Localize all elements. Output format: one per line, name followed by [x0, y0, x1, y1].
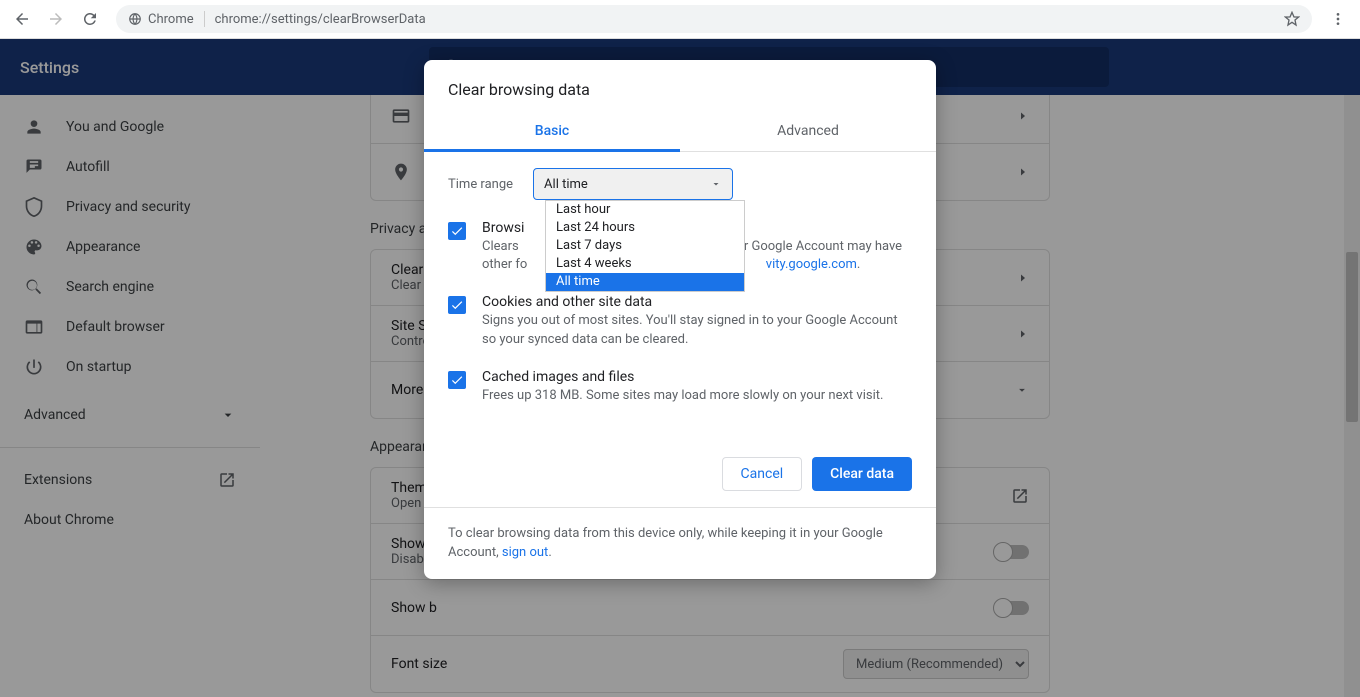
clear-browsing-data-dialog: Clear browsing data Basic Advanced Time … [424, 60, 936, 579]
dropdown-arrow-icon [710, 178, 722, 190]
sign-out-link[interactable]: sign out [502, 545, 548, 560]
dropdown-option-last-hour[interactable]: Last hour [546, 201, 744, 219]
cookies-desc: Signs you out of most sites. You'll stay… [482, 312, 912, 348]
browsing-history-checkbox[interactable] [448, 222, 466, 240]
clear-data-button[interactable]: Clear data [812, 457, 912, 491]
time-range-label: Time range [448, 177, 513, 192]
back-button[interactable] [8, 5, 36, 33]
forward-button[interactable] [42, 5, 70, 33]
dialog-tabs: Basic Advanced [424, 111, 936, 152]
tab-advanced[interactable]: Advanced [680, 111, 936, 151]
dropdown-option-last-24-hours[interactable]: Last 24 hours [546, 219, 744, 237]
address-bar[interactable]: Chrome chrome://settings/clearBrowserDat… [116, 5, 1312, 33]
url-text: chrome://settings/clearBrowserData [215, 12, 426, 27]
cookies-title: Cookies and other site data [482, 294, 912, 310]
secure-label: Chrome [148, 12, 194, 27]
cookies-check: Cookies and other site data Signs you ou… [448, 294, 912, 348]
myactivity-link[interactable]: vity.google.com [766, 257, 857, 272]
dropdown-option-last-4-weeks[interactable]: Last 4 weeks [546, 255, 744, 273]
cached-title: Cached images and files [482, 369, 883, 385]
cached-desc: Frees up 318 MB. Some sites may load mor… [482, 387, 883, 405]
cookies-checkbox[interactable] [448, 296, 466, 314]
cached-check: Cached images and files Frees up 318 MB.… [448, 369, 912, 405]
time-range-dropdown: Last hour Last 24 hours Last 7 days Last… [545, 200, 745, 292]
dialog-footer: To clear browsing data from this device … [424, 507, 936, 579]
chrome-menu-icon[interactable] [1324, 11, 1352, 27]
dialog-title: Clear browsing data [424, 60, 936, 111]
browser-toolbar: Chrome chrome://settings/clearBrowserDat… [0, 0, 1360, 39]
dropdown-option-last-7-days[interactable]: Last 7 days [546, 237, 744, 255]
bookmark-star-icon[interactable] [1284, 11, 1300, 27]
tab-basic[interactable]: Basic [424, 111, 680, 151]
reload-button[interactable] [76, 5, 104, 33]
dropdown-option-all-time[interactable]: All time [546, 273, 744, 291]
site-info[interactable]: Chrome [128, 12, 194, 27]
cancel-button[interactable]: Cancel [722, 457, 803, 491]
omnibox-divider [204, 11, 205, 27]
time-range-select[interactable]: All time [533, 168, 733, 200]
cached-checkbox[interactable] [448, 371, 466, 389]
